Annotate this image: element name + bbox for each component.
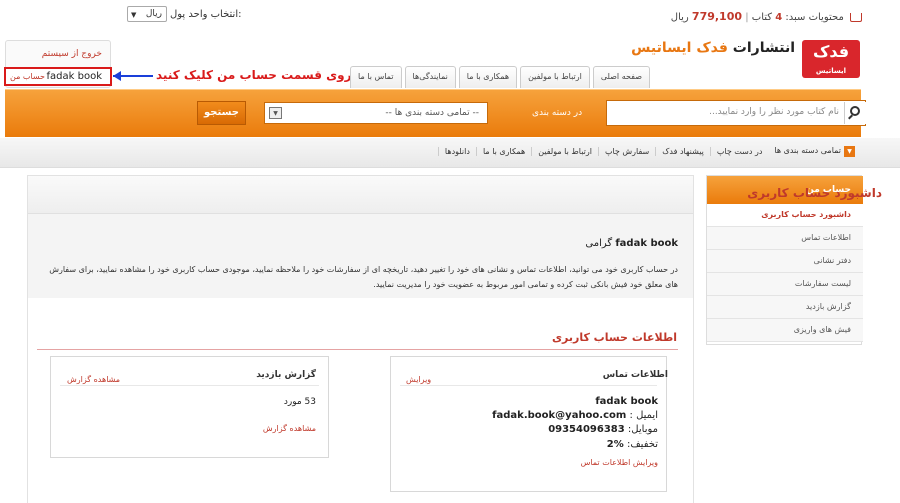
currency-selected: ریال — [145, 9, 162, 19]
menu-item-authors[interactable]: ارتباط با مولفین — [531, 147, 598, 156]
sidebar-item-address-book[interactable]: دفتر نشانی — [707, 250, 863, 273]
contact-email-row: ایمیل : fadak.book@yahoo.com — [492, 410, 658, 421]
contact-mobile-row: موبایل: 09354096383 — [548, 424, 658, 435]
category-menu: تمامی دسته بندی ها ▼ در دست چاپ پیشنهاد ف… — [437, 146, 864, 157]
menu-item-cooperation[interactable]: همکاری با ما — [475, 147, 531, 156]
cart-summary[interactable]: محتویات سبد: 4 کتاب | 779,100 ریال — [671, 10, 862, 23]
dashboard-description: در حساب کاربری خود می توانید، اطلاعات تم… — [49, 265, 678, 289]
edit-contact-info-link[interactable]: ویرایش اطلاعات تماس — [581, 458, 658, 467]
my-account-box[interactable]: fadak book حساب من — [4, 67, 112, 86]
user-name: fadak book — [46, 71, 102, 82]
search-button[interactable]: جستجو — [197, 101, 246, 125]
sidebar-item-deposit-slips[interactable]: فیش های واریزی — [707, 319, 863, 342]
contact-heading: اطلاعات تماس — [602, 370, 668, 380]
chevron-down-icon: ▼ — [269, 107, 282, 119]
menu-item-all-categories[interactable]: تمامی دسته بندی ها ▼ — [768, 146, 864, 157]
contact-heading-divider — [400, 385, 657, 386]
view-report-link[interactable]: مشاهده گزارش — [67, 375, 120, 384]
category-select[interactable]: -- تمامی دسته بندی ها -- ▼ — [264, 102, 488, 124]
logo-text-brand: فدک ایساتیس — [631, 40, 728, 56]
contact-email: fadak.book@yahoo.com — [492, 410, 627, 421]
account-sidebar: حساب من داشبورد حساب کاربری اطلاعات تماس… — [706, 175, 863, 345]
section-title: اطلاعات حساب کاربری — [551, 331, 677, 344]
site-logo-mark[interactable]: فدک ایساتیس — [802, 40, 860, 78]
sidebar-item-visit-report[interactable]: گزارش بازدید — [707, 296, 863, 319]
section-divider — [37, 349, 678, 350]
sidebar-item-contact-info[interactable]: اطلاعات تماس — [707, 227, 863, 250]
category-selected: -- تمامی دسته بندی ها -- — [385, 108, 479, 118]
cart-price: 779,100 — [691, 10, 743, 23]
menu-item-print-order[interactable]: سفارش چاپ — [597, 147, 655, 156]
search-input[interactable]: نام کتاب مورد نظر را وارد نمایید... — [606, 100, 866, 126]
contact-discount: %2 — [606, 439, 624, 450]
currency-select[interactable]: ریال ▼ — [127, 6, 167, 22]
search-icon[interactable] — [844, 102, 866, 124]
my-account-link[interactable]: حساب من — [10, 72, 45, 81]
contact-discount-label: تخفیف: — [626, 439, 658, 450]
sidebar-item-orders[interactable]: لیست سفارشات — [707, 273, 863, 296]
cart-currency: ریال — [670, 12, 689, 23]
menu-item-downloads[interactable]: دانلودها — [437, 147, 476, 156]
header-nav-tabs: صفحه اصلی ارتباط با مولفین همکاری با ما … — [347, 66, 650, 88]
view-report-bottom-link[interactable]: مشاهده گزارش — [263, 424, 316, 433]
logo-text-main: انتشارات — [732, 40, 795, 56]
menu-item-fadak-offer[interactable]: پیشنهاد فدک — [655, 147, 710, 156]
page-title: داشبورد حساب کاربری — [747, 186, 882, 200]
currency-label: انتخاب واحد پول: — [170, 9, 242, 20]
instruction-text: بر روی قسمت حساب من کلیک کنید — [156, 68, 368, 82]
chevron-down-icon: ▼ — [844, 146, 855, 157]
visit-heading-divider — [60, 385, 319, 386]
visit-report-heading: گزارش بازدید — [256, 370, 316, 380]
tab-authors[interactable]: ارتباط با مولفین — [520, 66, 590, 88]
greeting-suffix: گرامی — [585, 238, 613, 249]
site-logo-text[interactable]: انتشارات فدک ایساتیس — [631, 40, 795, 56]
logo-mark-sub: ایساتیس — [815, 67, 847, 75]
tab-contact[interactable]: تماس با ما — [350, 66, 402, 88]
logo-mark-text: فدک — [812, 42, 850, 61]
cart-icon[interactable] — [850, 12, 862, 22]
contact-discount-row: تخفیف: %2 — [607, 439, 658, 450]
greeting: fadak book گرامی — [585, 238, 678, 249]
contact-name: fadak book — [595, 396, 658, 407]
contact-mobile: 09354096383 — [548, 424, 625, 435]
menu-item-in-print[interactable]: در دست چاپ — [709, 147, 769, 156]
pointer-arrow-icon — [113, 71, 121, 81]
contact-edit-link[interactable]: ویرایش — [406, 375, 431, 384]
chevron-down-icon: ▼ — [131, 11, 137, 19]
contact-mobile-label: موبایل: — [627, 424, 658, 435]
contact-email-label: ایمیل : — [629, 410, 658, 421]
greeting-name: fadak book — [615, 238, 678, 249]
cart-label: محتویات سبد: — [785, 12, 844, 23]
category-label: در دسته بندی — [532, 108, 583, 118]
tab-home[interactable]: صفحه اصلی — [592, 66, 650, 88]
cart-count: 4 — [775, 12, 783, 23]
sidebar-item-dashboard[interactable]: داشبورد حساب کاربری — [707, 204, 863, 227]
dashboard-header — [28, 176, 693, 214]
cart-unit: کتاب — [751, 12, 773, 23]
tab-cooperation[interactable]: همکاری با ما — [458, 66, 518, 88]
visit-count: 53 مورد — [283, 397, 316, 407]
logout-link[interactable]: خروج از سیستم — [42, 49, 102, 59]
search-placeholder: نام کتاب مورد نظر را وارد نمایید... — [709, 107, 839, 117]
tab-agencies[interactable]: نمایندگی‌ها — [404, 66, 456, 88]
